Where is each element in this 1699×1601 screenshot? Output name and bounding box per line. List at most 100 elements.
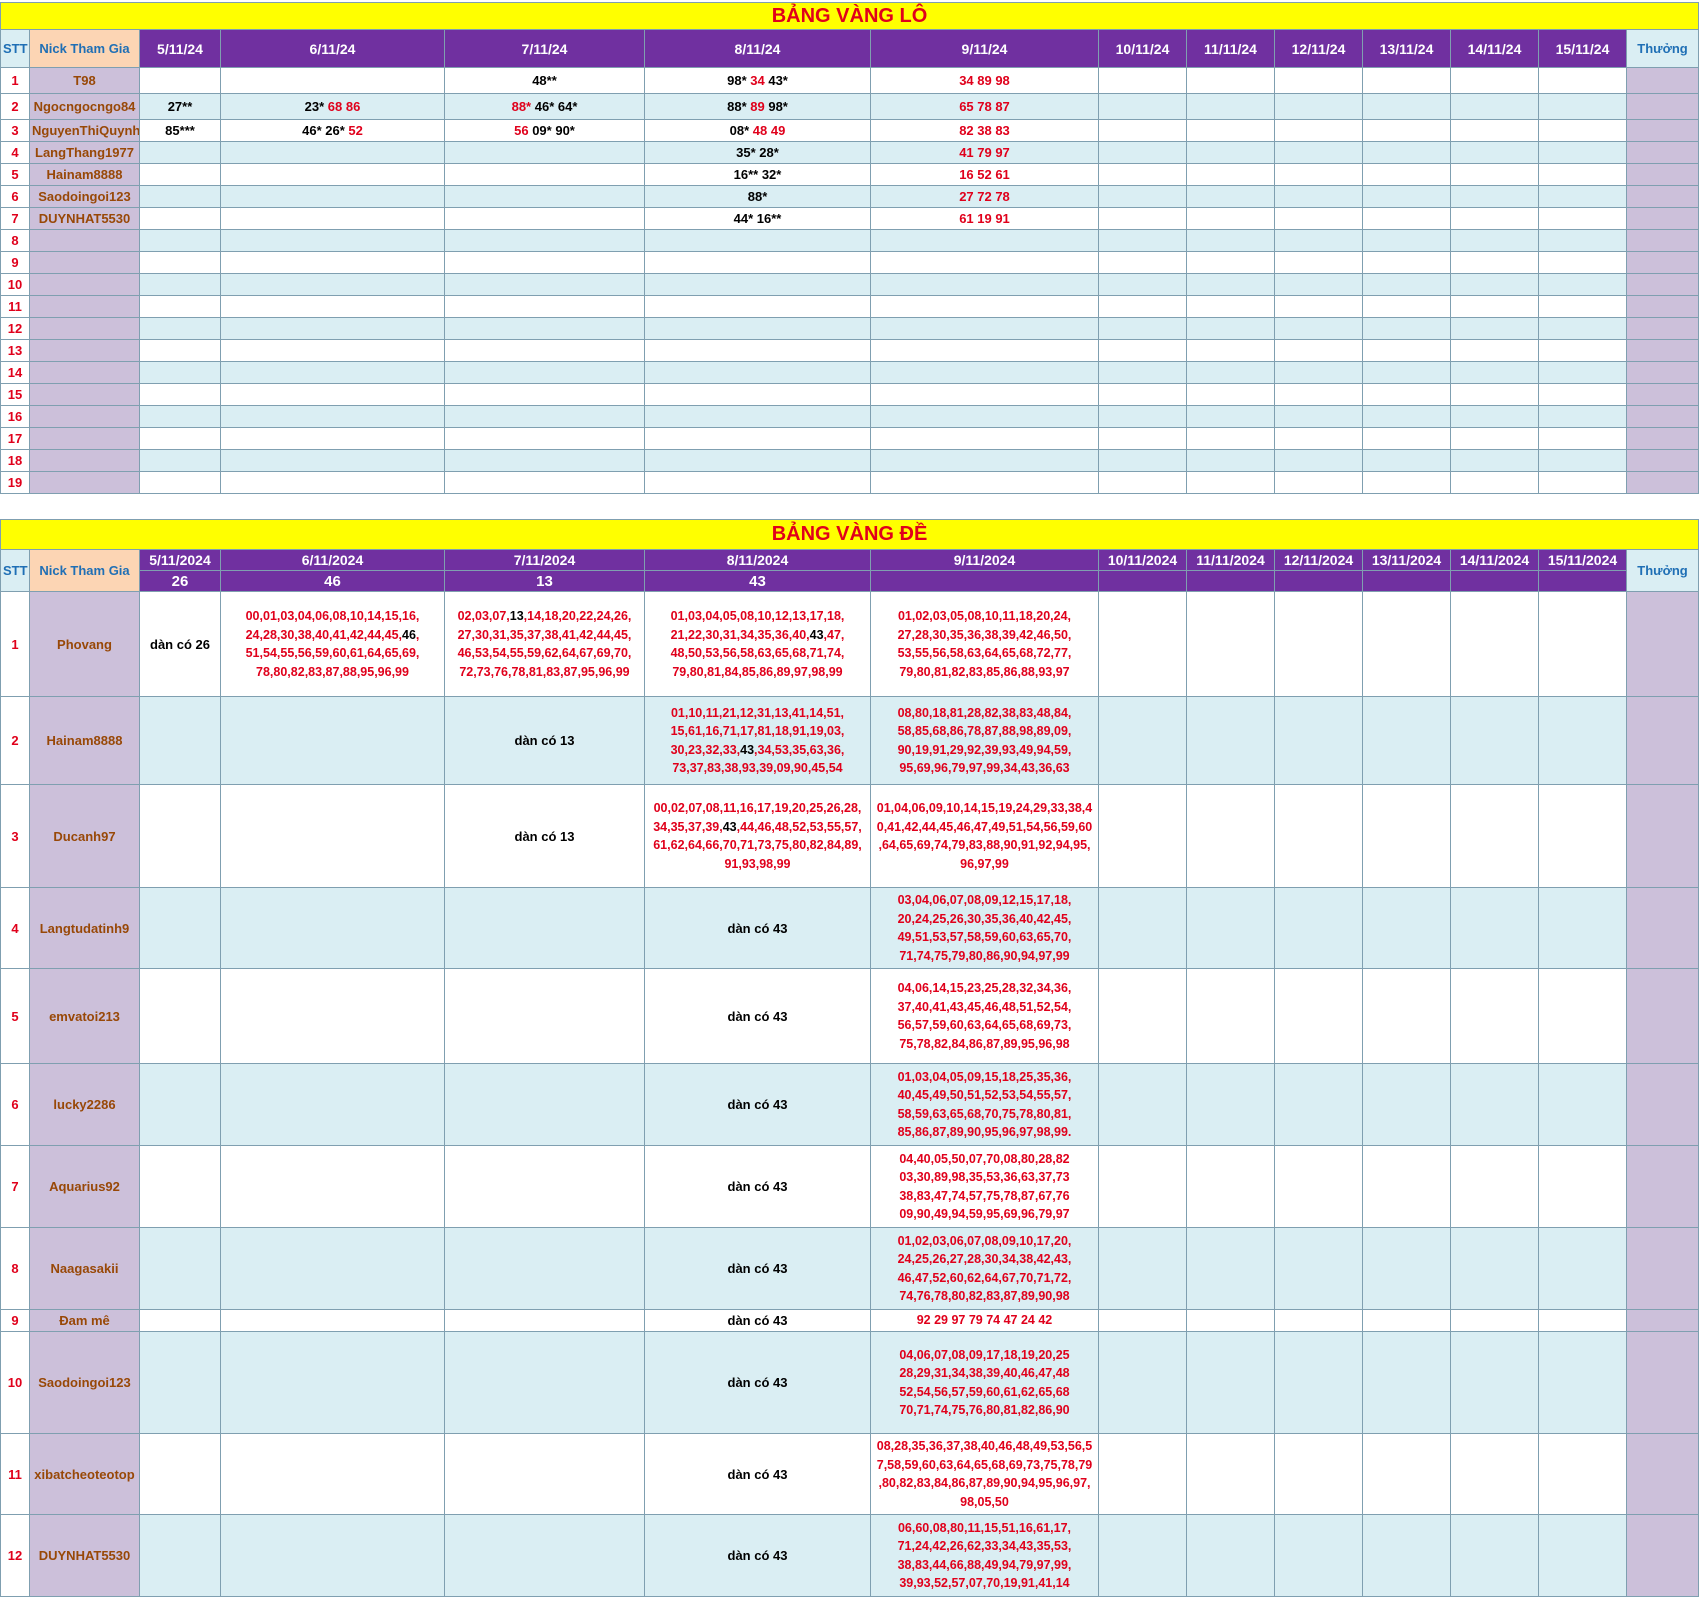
pick-cell [1450,1433,1539,1515]
pick-cell [1450,427,1539,450]
number-line: 09,90,49,94,59,95,69,96,79,97 [873,1205,1096,1224]
nickname: T98 [29,67,140,94]
spreadsheet: BẢNG VÀNG LÔ STT Nick Tham Gia 5/11/24 6/11/… [0,0,1699,1601]
nickname: Hainam8888 [29,163,140,186]
pick-cell [139,361,221,384]
pick-cell [1274,696,1363,785]
number-line: 61,62,64,66,70,71,73,75,80,82,84,89, [647,836,868,855]
pick-cell [139,1433,221,1515]
pick-cell [139,67,221,94]
pick-cell [644,273,871,296]
nickname [29,317,140,340]
pick-cell [139,471,221,494]
pick-cell [220,1309,445,1332]
reward-cell [1625,1433,1699,1515]
nickname [29,251,140,274]
number-line: 02,03,07,13,14,18,20,22,24,26, [447,607,642,626]
number-line: 40,45,49,50,51,52,53,54,55,57, [873,1086,1096,1105]
number-segment: 96,97,99 [960,856,1009,871]
number-line: 08,28,35,36,37,38,40,46,48,49,53,56,5 [873,1437,1096,1456]
pick-cell [444,163,645,186]
date-header: 13/11/2024 [1362,549,1451,571]
pick-cell [1098,427,1187,450]
row-number: 2 [0,93,30,120]
number-line: 20,24,25,26,30,35,36,40,42,45, [873,910,1096,929]
pick-cell [1362,317,1451,340]
pick-cell: dàn có 26 [139,591,221,697]
pick-cell [1362,251,1451,274]
pick-cell [1450,317,1539,340]
pick-cell [870,339,1099,362]
pick-cell [139,405,221,428]
number-segment: 04,40,05,50,07,70,08,80,28,82 [899,1151,1070,1166]
number-line: 06,60,08,80,11,15,51,16,61,17, [873,1519,1096,1538]
table-row: 2 Ngocngocngo84 27** 23* 68 86 88* 46* 64* 88… [0,93,1699,120]
pick-cell [220,295,445,318]
pick-cell [444,383,645,406]
reward-cell [1625,968,1699,1064]
number-segment: 03,30,89,98,35,53,36,63,37,73 [899,1170,1070,1184]
pick-cell [644,251,871,274]
pick-cell: 88* 89 98* [644,93,871,120]
row-number: 1 [0,591,30,697]
pick-cell [220,383,445,406]
pick-cell [1098,119,1187,142]
number-list-cell: 01,04,06,09,10,14,15,19,24,29,33,38,4 0,4… [870,784,1099,888]
number-segment: 28,29,31,34,38,39,40,46,47,48 [899,1366,1070,1380]
pick-cell [1450,67,1539,94]
number-segment: 27,30,31,35,37,38,41,42,44,45, [457,627,632,642]
pick-cell [1362,141,1451,164]
pick-cell [1186,591,1275,697]
row-number: 4 [0,887,30,969]
pick-cell [1538,471,1627,494]
pick-cell [139,383,221,406]
number-list-cell: 01,03,04,05,08,10,12,13,17,18, 21,22,30,3… [644,591,871,697]
pick-cell [1450,1514,1539,1597]
number-list-cell: 06,60,08,80,11,15,51,16,61,17, 71,24,42,2… [870,1514,1099,1597]
number-line: 24,25,26,27,28,30,34,38,42,43, [873,1250,1096,1269]
reward-cell [1625,784,1699,888]
number-line: 98,05,50 [873,1493,1096,1512]
pick-cell [220,449,445,472]
number-segment: 98,05,50 [960,1494,1009,1509]
pick-cell [1098,251,1187,274]
pick-cell [220,185,445,208]
date-header: 6/11/24 [220,29,445,68]
pick-cell [1538,251,1627,274]
nickname [29,273,140,296]
number-segment: 24,25,26,27,28,30,34,38,42,43, [897,1252,1072,1266]
result-header: 43 [644,570,871,592]
pick-cell [139,163,221,186]
reward-cell [1625,1331,1699,1434]
reward-cell [1626,449,1699,472]
pick-cell [444,1309,645,1332]
stt-header: STT [0,549,30,592]
pick-cell [220,1514,445,1597]
row-number: 11 [0,1433,30,1515]
pick-cell [1274,383,1363,406]
pick-cell: 34 89 98 [870,67,1099,94]
number-segment: 71,74,75,79,80,86,90,94,97,99 [899,948,1070,963]
reward-cell [1626,405,1699,428]
pick-cell [139,251,221,274]
number-segment: 90,19,91,29,92,39,93,49,94,59, [897,742,1072,757]
pick-cell [1098,449,1187,472]
number-line: 03,04,06,07,08,09,12,15,17,18, [873,891,1096,910]
pick-cell [1098,67,1187,94]
pick-cell [1186,251,1275,274]
reward-cell [1625,1145,1699,1228]
result-header [870,570,1099,592]
number-segment: 43 [722,819,737,834]
pick-cell [1538,696,1627,785]
number-list-cell: 04,06,07,08,09,17,18,19,20,25 28,29,31,34… [870,1331,1099,1434]
row-number: 16 [0,405,30,428]
pick-cell [1274,405,1363,428]
row-number: 5 [0,163,30,186]
pick-cell [1274,185,1363,208]
pick-cell [1186,185,1275,208]
pick-cell [1362,1145,1451,1228]
pick-cell [1362,405,1451,428]
pick-cell: 23* 68 86 [220,93,445,120]
pick-cell [220,273,445,296]
number-line: 37,40,41,43,45,46,48,51,52,54, [873,998,1096,1017]
